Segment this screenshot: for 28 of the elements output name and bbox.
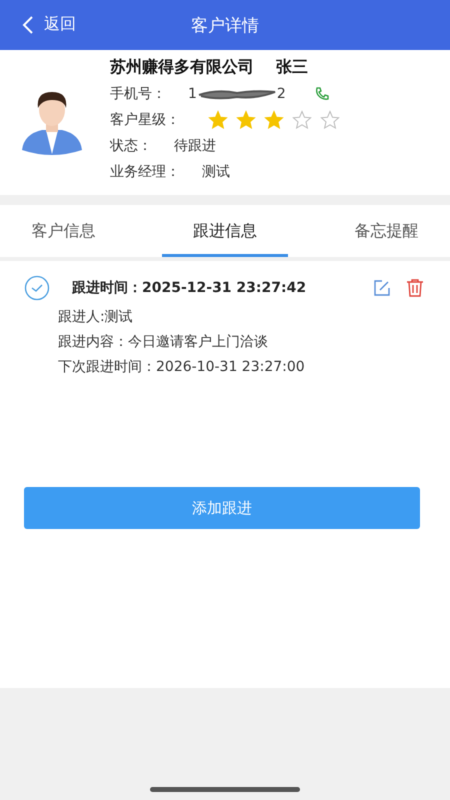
- delete-icon[interactable]: [406, 278, 424, 298]
- follow-up-time: 跟进时间：2025-12-31 23:27:42: [72, 279, 308, 297]
- back-button[interactable]: 返回: [22, 14, 76, 35]
- edit-icon[interactable]: [372, 278, 392, 298]
- field-value: 测试: [202, 163, 230, 181]
- star-icon: [292, 110, 312, 130]
- page-title: 客户详情: [191, 14, 259, 36]
- record-detail: 下次跟进时间：2026-10-31 23:27:00: [58, 358, 306, 376]
- tab[interactable]: 客户信息: [0, 205, 127, 257]
- field-label: 状态：: [110, 137, 152, 155]
- contact-name: 张三: [276, 57, 308, 78]
- field-value: 待跟进: [174, 137, 216, 155]
- star-icon: [320, 110, 340, 130]
- company-name: 苏州赚得多有限公司: [110, 57, 254, 78]
- tab[interactable]: 备忘提醒: [323, 205, 450, 257]
- tab[interactable]: 跟进信息: [162, 205, 288, 257]
- field-label: 客户星级：: [110, 111, 180, 129]
- phone-icon[interactable]: [314, 86, 330, 102]
- back-icon: [22, 16, 34, 34]
- record-detail: 跟进人:测试: [58, 308, 134, 326]
- star-icon: [236, 110, 256, 130]
- field-label: 业务经理：: [110, 163, 180, 181]
- star-icon: [208, 110, 228, 130]
- phone-number-start: 1: [188, 86, 197, 102]
- record-detail: 跟进内容：今日邀请客户上门洽谈: [58, 333, 269, 351]
- star-icon: [264, 110, 284, 130]
- field-label: 手机号：: [110, 85, 166, 103]
- phone-number-end: 2: [276, 86, 286, 102]
